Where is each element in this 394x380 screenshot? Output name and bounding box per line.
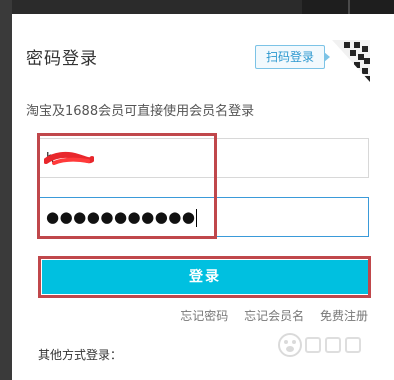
forgot-password-link[interactable]: 忘记密码	[180, 309, 228, 323]
other-login-label: 其他方式登录：	[38, 348, 123, 362]
login-button[interactable]: 登录	[42, 260, 368, 294]
password-mask: ●●●●●●●●●●●	[46, 208, 196, 226]
baidu-watermark-logo	[278, 333, 361, 357]
forgot-username-link[interactable]: 忘记会员名	[244, 309, 304, 323]
qr-code-icon[interactable]	[332, 40, 370, 82]
register-link[interactable]: 免费注册	[320, 309, 368, 323]
redaction-scribble	[44, 151, 94, 165]
qr-login-tab[interactable]: 扫码登录	[255, 45, 325, 69]
text-caret	[196, 209, 198, 227]
password-field[interactable]: ●●●●●●●●●●●	[37, 197, 369, 237]
account-links: 忘记密码 忘记会员名 免费注册	[168, 307, 368, 324]
background-panel-left	[0, 0, 12, 380]
login-hint: 淘宝及1688会员可直接使用会员名登录	[26, 104, 255, 119]
page-title: 密码登录	[26, 49, 98, 69]
qr-tab-arrow-icon	[324, 52, 330, 62]
